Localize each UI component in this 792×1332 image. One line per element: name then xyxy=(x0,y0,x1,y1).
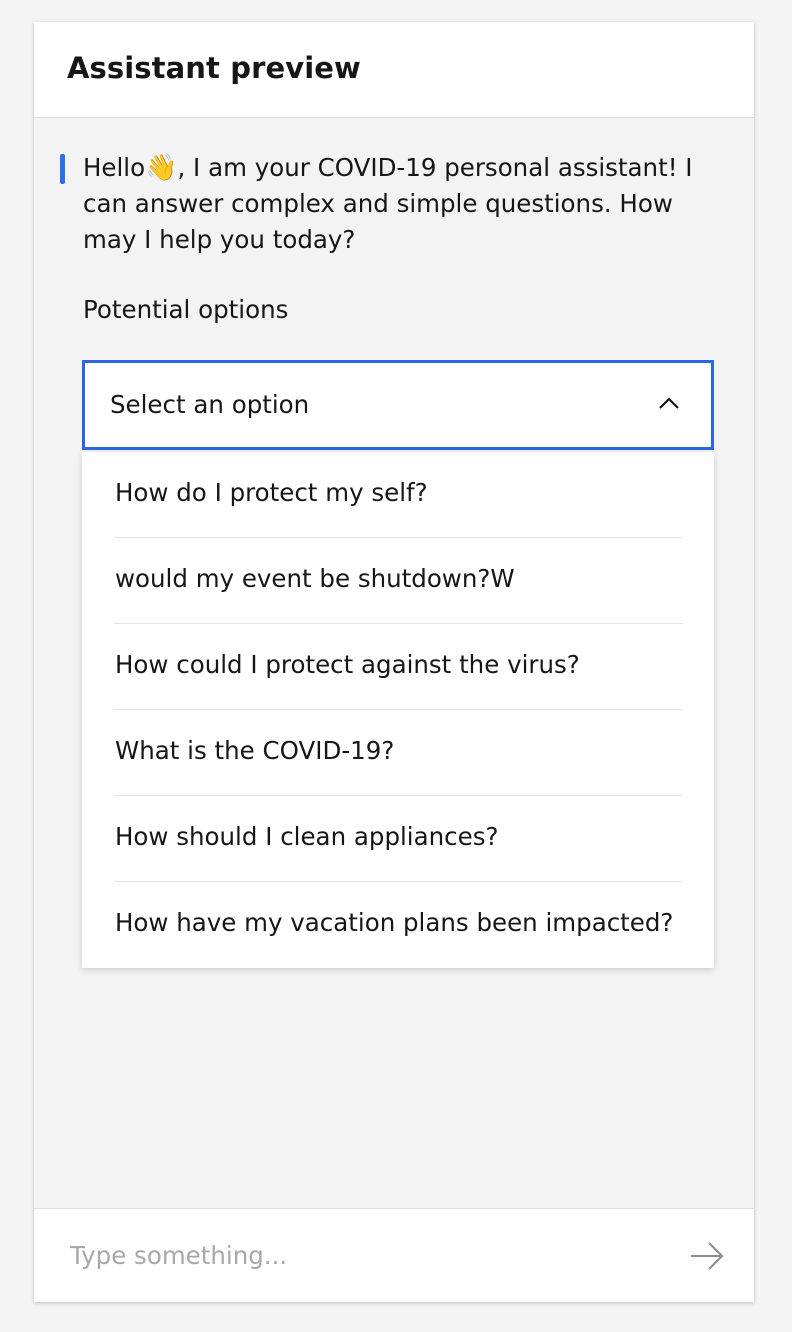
dropdown-option[interactable]: How have my vacation plans been impacted… xyxy=(82,882,714,968)
page-title: Assistant preview xyxy=(67,51,361,85)
input-area xyxy=(34,1208,754,1302)
options-label: Potential options xyxy=(83,295,289,324)
dropdown-option[interactable]: How should I clean appliances? xyxy=(82,796,714,882)
options-select[interactable]: Select an option xyxy=(82,360,714,450)
send-arrow-icon[interactable] xyxy=(688,1237,726,1275)
dropdown-option[interactable]: How do I protect my self? xyxy=(82,452,714,538)
message-indicator-bar xyxy=(60,154,65,184)
dropdown-option-label: would my event be shutdown?W xyxy=(115,564,515,593)
message-greeting: Hello xyxy=(83,153,146,182)
dropdown-option[interactable]: What is the COVID-19? xyxy=(82,710,714,796)
assistant-panel: Assistant preview Hello👋, I am your COVI… xyxy=(34,22,754,1302)
dropdown-option-label: How should I clean appliances? xyxy=(115,822,499,851)
header: Assistant preview xyxy=(34,22,754,118)
select-value: Select an option xyxy=(110,390,310,419)
dropdown-option-label: How do I protect my self? xyxy=(115,478,428,507)
dropdown-option-label: What is the COVID-19? xyxy=(115,736,395,765)
message-input[interactable] xyxy=(70,1233,650,1277)
dropdown-option[interactable]: How could I protect against the virus? xyxy=(82,624,714,710)
dropdown-option[interactable]: would my event be shutdown?W xyxy=(82,538,714,624)
waving-hand-icon: 👋 xyxy=(145,153,178,183)
dropdown-option-label: How have my vacation plans been impacted… xyxy=(115,908,674,937)
chevron-up-icon[interactable] xyxy=(657,395,681,411)
dropdown-option-label: How could I protect against the virus? xyxy=(115,650,580,679)
options-dropdown: How do I protect my self? would my event … xyxy=(82,452,714,968)
message-text: Hello👋, I am your COVID-19 personal assi… xyxy=(83,150,723,258)
